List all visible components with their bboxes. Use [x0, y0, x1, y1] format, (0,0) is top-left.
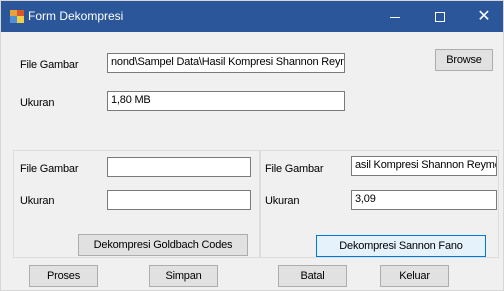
right-file-field[interactable]: asil Kompresi Shannon Reymond	[351, 156, 497, 176]
right-file-label: File Gambar	[265, 163, 324, 175]
window-title: Form Dekompresi	[28, 9, 124, 23]
right-size-field[interactable]: 3,09	[351, 190, 497, 210]
goldbach-decompress-button[interactable]: Dekompresi Goldbach Codes	[78, 234, 248, 256]
right-size-label: Ukuran	[265, 195, 300, 207]
top-file-field[interactable]: nond\Sampel Data\Hasil Kompresi Shannon …	[107, 53, 345, 73]
top-file-prefix: nond	[111, 56, 135, 68]
left-file-label: File Gambar	[20, 163, 79, 175]
close-icon: ✕	[477, 8, 491, 25]
maximize-icon	[435, 12, 445, 22]
shannon-fano-decompress-button[interactable]: Dekompresi Sannon Fano	[316, 235, 486, 257]
left-size-field[interactable]	[107, 190, 251, 210]
top-file-value: \Sampel Data\Hasil Kompresi Shannon Reym…	[134, 56, 345, 68]
close-button[interactable]: ✕	[462, 1, 504, 32]
form-window: Form Dekompresi ✕ File Gambar nond\Sampe…	[0, 0, 504, 291]
proses-button[interactable]: Proses	[29, 265, 98, 287]
minimize-button[interactable]	[373, 1, 417, 32]
simpan-button[interactable]: Simpan	[149, 265, 218, 287]
left-size-label: Ukuran	[20, 195, 55, 207]
top-size-label: Ukuran	[20, 97, 55, 109]
app-icon	[10, 10, 24, 23]
minimize-icon	[390, 17, 400, 18]
batal-button[interactable]: Batal	[278, 265, 347, 287]
maximize-button[interactable]	[418, 1, 462, 32]
top-file-label: File Gambar	[20, 59, 79, 71]
left-file-field[interactable]	[107, 157, 251, 177]
top-size-field[interactable]: 1,80 MB	[107, 91, 345, 111]
keluar-button[interactable]: Keluar	[380, 265, 449, 287]
browse-button[interactable]: Browse	[435, 49, 493, 71]
title-bar[interactable]: Form Dekompresi ✕	[1, 1, 503, 32]
